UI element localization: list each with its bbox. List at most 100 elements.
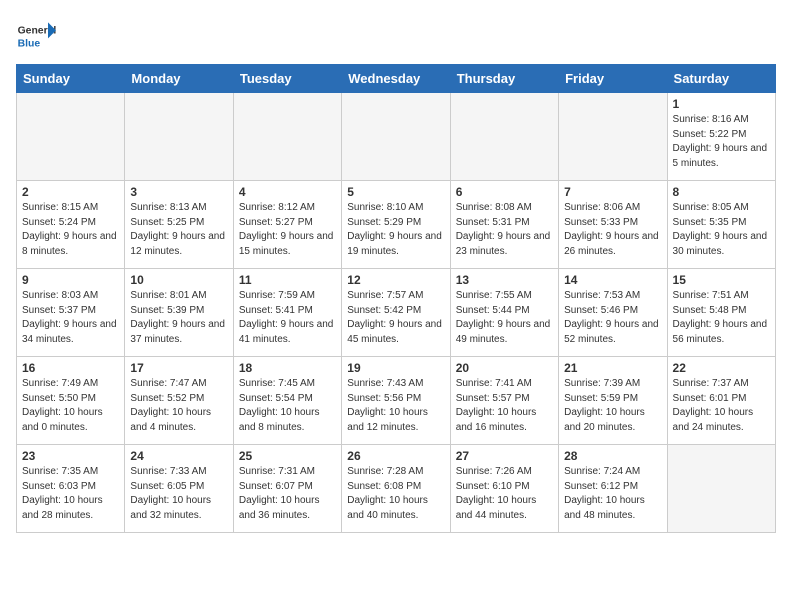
- calendar-cell: [17, 93, 125, 181]
- svg-text:Blue: Blue: [18, 38, 41, 49]
- day-info: Sunrise: 7:45 AM Sunset: 5:54 PM Dayligh…: [239, 377, 336, 435]
- calendar-cell: [450, 93, 558, 181]
- calendar-cell: 25 Sunrise: 7:31 AM Sunset: 6:07 PM Dayli…: [233, 445, 341, 533]
- day-number: 12: [347, 273, 444, 287]
- day-info: Sunrise: 8:13 AM Sunset: 5:25 PM Dayligh…: [130, 201, 227, 259]
- day-info: Sunrise: 7:49 AM Sunset: 5:50 PM Dayligh…: [22, 377, 119, 435]
- page-header: General Blue: [16, 16, 776, 56]
- day-number: 1: [673, 97, 770, 111]
- calendar-cell: [559, 93, 667, 181]
- day-info: Sunrise: 7:53 AM Sunset: 5:46 PM Dayligh…: [564, 289, 661, 347]
- day-info: Sunrise: 8:15 AM Sunset: 5:24 PM Dayligh…: [22, 201, 119, 259]
- day-number: 23: [22, 449, 119, 463]
- day-info: Sunrise: 8:01 AM Sunset: 5:39 PM Dayligh…: [130, 289, 227, 347]
- calendar-cell: 8 Sunrise: 8:05 AM Sunset: 5:35 PM Daylig…: [667, 181, 775, 269]
- calendar-cell: 28 Sunrise: 7:24 AM Sunset: 6:12 PM Dayli…: [559, 445, 667, 533]
- calendar-cell: 17 Sunrise: 7:47 AM Sunset: 5:52 PM Dayli…: [125, 357, 233, 445]
- day-number: 26: [347, 449, 444, 463]
- calendar-cell: 9 Sunrise: 8:03 AM Sunset: 5:37 PM Daylig…: [17, 269, 125, 357]
- day-info: Sunrise: 7:24 AM Sunset: 6:12 PM Dayligh…: [564, 465, 661, 523]
- day-info: Sunrise: 7:26 AM Sunset: 6:10 PM Dayligh…: [456, 465, 553, 523]
- weekday-header-saturday: Saturday: [667, 65, 775, 93]
- day-info: Sunrise: 8:08 AM Sunset: 5:31 PM Dayligh…: [456, 201, 553, 259]
- calendar-cell: 19 Sunrise: 7:43 AM Sunset: 5:56 PM Dayli…: [342, 357, 450, 445]
- day-number: 6: [456, 185, 553, 199]
- weekday-header-sunday: Sunday: [17, 65, 125, 93]
- day-info: Sunrise: 7:57 AM Sunset: 5:42 PM Dayligh…: [347, 289, 444, 347]
- calendar-cell: 22 Sunrise: 7:37 AM Sunset: 6:01 PM Dayli…: [667, 357, 775, 445]
- logo: General Blue: [16, 16, 60, 56]
- calendar-cell: 10 Sunrise: 8:01 AM Sunset: 5:39 PM Dayli…: [125, 269, 233, 357]
- day-info: Sunrise: 7:37 AM Sunset: 6:01 PM Dayligh…: [673, 377, 770, 435]
- calendar-cell: 26 Sunrise: 7:28 AM Sunset: 6:08 PM Dayli…: [342, 445, 450, 533]
- day-number: 5: [347, 185, 444, 199]
- calendar-cell: [233, 93, 341, 181]
- calendar-cell: 3 Sunrise: 8:13 AM Sunset: 5:25 PM Daylig…: [125, 181, 233, 269]
- day-info: Sunrise: 8:03 AM Sunset: 5:37 PM Dayligh…: [22, 289, 119, 347]
- calendar-cell: 13 Sunrise: 7:55 AM Sunset: 5:44 PM Dayli…: [450, 269, 558, 357]
- day-number: 14: [564, 273, 661, 287]
- weekday-header-thursday: Thursday: [450, 65, 558, 93]
- day-number: 22: [673, 361, 770, 375]
- calendar-cell: 1 Sunrise: 8:16 AM Sunset: 5:22 PM Daylig…: [667, 93, 775, 181]
- calendar-table: SundayMondayTuesdayWednesdayThursdayFrid…: [16, 64, 776, 533]
- calendar-cell: 11 Sunrise: 7:59 AM Sunset: 5:41 PM Dayli…: [233, 269, 341, 357]
- day-number: 16: [22, 361, 119, 375]
- day-info: Sunrise: 7:33 AM Sunset: 6:05 PM Dayligh…: [130, 465, 227, 523]
- calendar-cell: [667, 445, 775, 533]
- day-number: 28: [564, 449, 661, 463]
- day-info: Sunrise: 8:12 AM Sunset: 5:27 PM Dayligh…: [239, 201, 336, 259]
- calendar-cell: 20 Sunrise: 7:41 AM Sunset: 5:57 PM Dayli…: [450, 357, 558, 445]
- calendar-cell: 27 Sunrise: 7:26 AM Sunset: 6:10 PM Dayli…: [450, 445, 558, 533]
- weekday-header-monday: Monday: [125, 65, 233, 93]
- day-number: 9: [22, 273, 119, 287]
- day-number: 11: [239, 273, 336, 287]
- day-number: 18: [239, 361, 336, 375]
- day-number: 2: [22, 185, 119, 199]
- day-info: Sunrise: 7:31 AM Sunset: 6:07 PM Dayligh…: [239, 465, 336, 523]
- day-number: 19: [347, 361, 444, 375]
- calendar-cell: 5 Sunrise: 8:10 AM Sunset: 5:29 PM Daylig…: [342, 181, 450, 269]
- day-number: 15: [673, 273, 770, 287]
- calendar-cell: 24 Sunrise: 7:33 AM Sunset: 6:05 PM Dayli…: [125, 445, 233, 533]
- day-info: Sunrise: 8:16 AM Sunset: 5:22 PM Dayligh…: [673, 113, 770, 171]
- calendar-cell: 16 Sunrise: 7:49 AM Sunset: 5:50 PM Dayli…: [17, 357, 125, 445]
- calendar-cell: 2 Sunrise: 8:15 AM Sunset: 5:24 PM Daylig…: [17, 181, 125, 269]
- day-number: 21: [564, 361, 661, 375]
- day-info: Sunrise: 7:47 AM Sunset: 5:52 PM Dayligh…: [130, 377, 227, 435]
- weekday-header-tuesday: Tuesday: [233, 65, 341, 93]
- day-info: Sunrise: 8:06 AM Sunset: 5:33 PM Dayligh…: [564, 201, 661, 259]
- day-number: 4: [239, 185, 336, 199]
- calendar-cell: 4 Sunrise: 8:12 AM Sunset: 5:27 PM Daylig…: [233, 181, 341, 269]
- day-info: Sunrise: 7:51 AM Sunset: 5:48 PM Dayligh…: [673, 289, 770, 347]
- day-number: 3: [130, 185, 227, 199]
- calendar-cell: 7 Sunrise: 8:06 AM Sunset: 5:33 PM Daylig…: [559, 181, 667, 269]
- calendar-cell: 6 Sunrise: 8:08 AM Sunset: 5:31 PM Daylig…: [450, 181, 558, 269]
- day-info: Sunrise: 7:59 AM Sunset: 5:41 PM Dayligh…: [239, 289, 336, 347]
- day-info: Sunrise: 7:43 AM Sunset: 5:56 PM Dayligh…: [347, 377, 444, 435]
- day-number: 27: [456, 449, 553, 463]
- calendar-cell: 12 Sunrise: 7:57 AM Sunset: 5:42 PM Dayli…: [342, 269, 450, 357]
- calendar-cell: 18 Sunrise: 7:45 AM Sunset: 5:54 PM Dayli…: [233, 357, 341, 445]
- day-number: 25: [239, 449, 336, 463]
- day-info: Sunrise: 7:28 AM Sunset: 6:08 PM Dayligh…: [347, 465, 444, 523]
- weekday-header-wednesday: Wednesday: [342, 65, 450, 93]
- day-info: Sunrise: 7:35 AM Sunset: 6:03 PM Dayligh…: [22, 465, 119, 523]
- day-number: 20: [456, 361, 553, 375]
- day-number: 13: [456, 273, 553, 287]
- calendar-cell: 14 Sunrise: 7:53 AM Sunset: 5:46 PM Dayli…: [559, 269, 667, 357]
- day-number: 7: [564, 185, 661, 199]
- day-number: 8: [673, 185, 770, 199]
- day-number: 24: [130, 449, 227, 463]
- day-info: Sunrise: 8:05 AM Sunset: 5:35 PM Dayligh…: [673, 201, 770, 259]
- calendar-cell: 21 Sunrise: 7:39 AM Sunset: 5:59 PM Dayli…: [559, 357, 667, 445]
- day-info: Sunrise: 7:39 AM Sunset: 5:59 PM Dayligh…: [564, 377, 661, 435]
- calendar-cell: 23 Sunrise: 7:35 AM Sunset: 6:03 PM Dayli…: [17, 445, 125, 533]
- day-info: Sunrise: 8:10 AM Sunset: 5:29 PM Dayligh…: [347, 201, 444, 259]
- day-number: 17: [130, 361, 227, 375]
- day-number: 10: [130, 273, 227, 287]
- day-info: Sunrise: 7:41 AM Sunset: 5:57 PM Dayligh…: [456, 377, 553, 435]
- day-info: Sunrise: 7:55 AM Sunset: 5:44 PM Dayligh…: [456, 289, 553, 347]
- calendar-cell: 15 Sunrise: 7:51 AM Sunset: 5:48 PM Dayli…: [667, 269, 775, 357]
- calendar-cell: [125, 93, 233, 181]
